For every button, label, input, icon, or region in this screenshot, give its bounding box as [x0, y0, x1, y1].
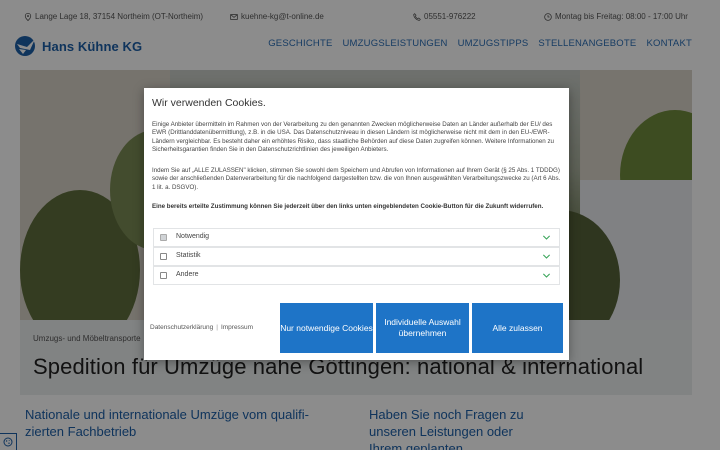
category-label: Andere	[176, 271, 199, 278]
cookie-category-notwendig[interactable]: Notwendig	[153, 228, 560, 247]
cookie-category-statistik[interactable]: Statistik	[153, 247, 560, 266]
accept-selection-button[interactable]: Individuelle Auswahl übernehmen	[376, 303, 469, 353]
category-label: Statistik	[176, 252, 201, 259]
cookie-text-transfer: Einige Anbieter übermitteln im Rahmen vo…	[152, 121, 554, 153]
chevron-down-icon[interactable]	[542, 271, 551, 280]
cookie-dialog-title: Wir verwenden Cookies.	[152, 97, 266, 109]
checkbox-andere[interactable]	[160, 272, 167, 279]
checkbox-statistik[interactable]	[160, 253, 167, 260]
link-separator: |	[216, 324, 218, 331]
cookie-dialog-links: Datenschutzerklärung | Impressum	[150, 324, 253, 331]
chevron-down-icon[interactable]	[542, 233, 551, 242]
cookie-consent-dialog: Wir verwenden Cookies. Einige Anbieter ü…	[144, 88, 569, 360]
imprint-link[interactable]: Impressum	[221, 324, 253, 331]
chevron-down-icon[interactable]	[542, 252, 551, 261]
cookie-text-revoke: Eine bereits erteilte Zustimmung können …	[152, 203, 544, 210]
cookie-text-consent: Indem Sie auf „ALLE ZULASSEN" klicken, s…	[152, 167, 561, 191]
accept-necessary-button[interactable]: Nur notwendige Cookies	[280, 303, 373, 353]
accept-all-button[interactable]: Alle zulassen	[472, 303, 563, 353]
checkbox-notwendig[interactable]	[160, 234, 167, 241]
privacy-link[interactable]: Datenschutzerklärung	[150, 324, 213, 331]
cookie-category-andere[interactable]: Andere	[153, 266, 560, 285]
category-label: Notwendig	[176, 233, 210, 240]
